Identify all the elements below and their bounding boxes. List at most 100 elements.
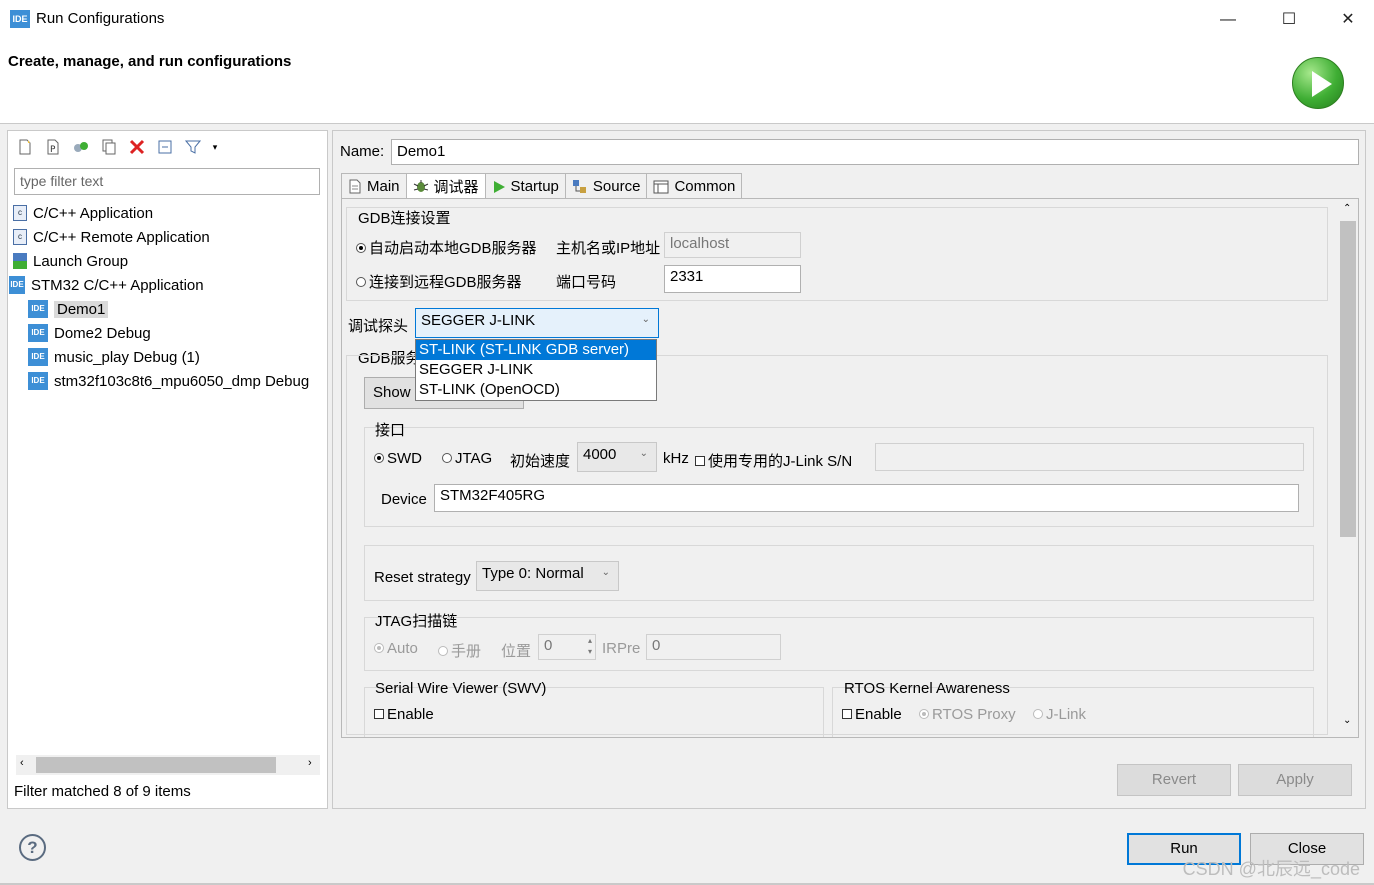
scrollbar-thumb[interactable] [1340,221,1356,537]
device-label: Device [381,491,427,508]
filter-input[interactable]: type filter text [14,168,320,195]
help-icon[interactable]: ? [19,834,46,861]
checkbox-icon [842,709,852,720]
view-menu-icon[interactable]: ▾ [210,136,220,158]
duplicate-config-icon[interactable] [98,136,120,158]
new-config-icon[interactable] [14,136,36,158]
tree-item-stm32f103-debug[interactable]: IDE stm32f103c8t6_mpu6050_dmp Debug [13,369,323,393]
export-config-icon[interactable] [70,136,92,158]
jtag-chain-title: JTAG扫描链 [375,613,458,630]
tree-item-stm32-application[interactable]: IDE STM32 C/C++ Application [9,273,323,297]
new-prototype-icon[interactable]: P [42,136,64,158]
checkbox-icon [695,456,705,467]
swv-enable-checkbox[interactable]: Enable [374,706,434,723]
stepper-arrows-icon[interactable]: ▴ ▾ [588,635,592,657]
tree-item-c-application[interactable]: c C/C++ Application [13,201,323,225]
ide-icon: IDE [28,324,48,342]
launch-group-icon [13,253,27,269]
rtos-enable-checkbox[interactable]: Enable [842,706,902,723]
c-app-icon: c [13,205,27,221]
name-label: Name: [340,143,385,160]
tab-debugger[interactable]: 调试器 [405,173,486,199]
rtos-title: RTOS Kernel Awareness [844,680,1010,697]
vertical-scrollbar[interactable]: ⌃ ⌄ [1338,201,1358,733]
tree-item-launch-group[interactable]: Launch Group [13,249,323,273]
revert-button[interactable]: Revert [1117,764,1231,796]
rtos-jlink-radio[interactable]: J-Link [1033,706,1086,723]
horizontal-scrollbar[interactable]: ‹ › [16,755,320,775]
jtag-radio[interactable]: JTAG [442,450,492,467]
filter-icon[interactable] [182,136,204,158]
probe-option-stlink-gdb[interactable]: ST-LINK (ST-LINK GDB server) [416,340,656,360]
probe-option-stlink-openocd[interactable]: ST-LINK (OpenOCD) [416,380,656,400]
port-label: 端口号码 [556,274,617,291]
svg-text:P: P [50,145,56,155]
device-input[interactable]: STM32F405RG [434,484,1299,512]
scroll-left-icon[interactable]: ‹ [20,757,24,769]
c-remote-icon: c [13,229,27,245]
common-tab-icon [653,180,669,193]
apply-button[interactable]: Apply [1238,764,1352,796]
radio-icon [1033,709,1043,720]
tree-item-demo1[interactable]: IDE Demo1 [13,297,323,321]
scroll-up-icon[interactable]: ⌃ [1343,203,1351,214]
connect-remote-gdb-radio[interactable]: 连接到远程GDB服务器 [356,271,522,292]
dialog-header: Create, manage, and run configurations [0,40,1374,124]
tree-item-music-play-debug[interactable]: IDE music_play Debug (1) [13,345,323,369]
window-title: Run Configurations [36,10,165,27]
header-text: Create, manage, and run configurations [8,53,292,70]
irpre-input[interactable]: 0 [646,634,781,660]
speed-select[interactable]: 4000 ⌄ [577,442,657,472]
source-tab-icon [572,180,586,193]
chevron-down-icon: ⌄ [639,448,648,459]
radio-icon [356,277,366,288]
rtos-proxy-radio[interactable]: RTOS Proxy [919,706,1016,723]
filter-status: Filter matched 8 of 9 items [14,783,191,800]
tree-item-c-remote-application[interactable]: c C/C++ Remote Application [13,225,323,249]
checkbox-icon [374,709,384,720]
startup-tab-icon [493,180,505,193]
probe-select[interactable]: SEGGER J-LINK ⌄ [415,308,659,338]
position-stepper[interactable]: 0 ▴ ▾ [538,634,596,660]
name-input[interactable]: Demo1 [391,139,1359,165]
jtag-manual-radio[interactable]: 手册 [438,640,481,661]
tab-common[interactable]: Common [646,173,743,199]
minimize-button[interactable]: — [1208,8,1248,32]
auto-local-gdb-radio[interactable]: 自动启动本地GDB服务器 [356,237,537,258]
tree-item-dome2-debug[interactable]: IDE Dome2 Debug [13,321,323,345]
delete-config-icon[interactable] [126,136,148,158]
use-sn-checkbox[interactable]: 使用专用的J-Link S/N [695,450,852,471]
config-list-panel: P ▾ type filter text c C/C++ Application… [7,130,328,809]
collapse-all-icon[interactable] [154,136,176,158]
irpre-label: IRPre [602,640,641,657]
scroll-down-icon[interactable]: ⌄ [1343,715,1351,726]
close-window-button[interactable]: ✕ [1328,8,1368,32]
radio-selected-icon [919,709,929,720]
config-toolbar: P ▾ [14,135,220,159]
app-icon: IDE [10,10,30,28]
maximize-button[interactable]: ☐ [1269,8,1309,32]
reset-strategy-label: Reset strategy [374,569,471,586]
interface-group [364,427,1314,527]
probe-option-segger-jlink[interactable]: SEGGER J-LINK [416,360,656,380]
scroll-right-icon[interactable]: › [308,757,312,769]
chevron-down-icon: ⌄ [641,314,650,325]
chevron-down-icon: ⌄ [601,567,610,578]
interface-title: 接口 [375,422,406,439]
watermark: CSDN @北辰远_code [1182,859,1360,879]
tab-main[interactable]: Main [341,173,407,199]
radio-selected-icon [374,453,384,464]
sn-input[interactable] [875,443,1304,471]
swd-radio[interactable]: SWD [374,450,422,467]
stm32-icon: IDE [9,276,25,294]
radio-selected-icon [356,243,366,254]
tab-startup[interactable]: Startup [484,173,566,199]
reset-strategy-select[interactable]: Type 0: Normal ⌄ [476,561,619,591]
probe-label: 调试探头 [348,318,409,335]
jtag-auto-radio[interactable]: Auto [374,640,418,657]
scrollbar-thumb[interactable] [36,757,276,773]
tab-source[interactable]: Source [564,173,648,199]
radio-selected-icon [374,643,384,654]
port-input[interactable]: 2331 [664,265,801,293]
host-input[interactable]: localhost [664,232,801,258]
